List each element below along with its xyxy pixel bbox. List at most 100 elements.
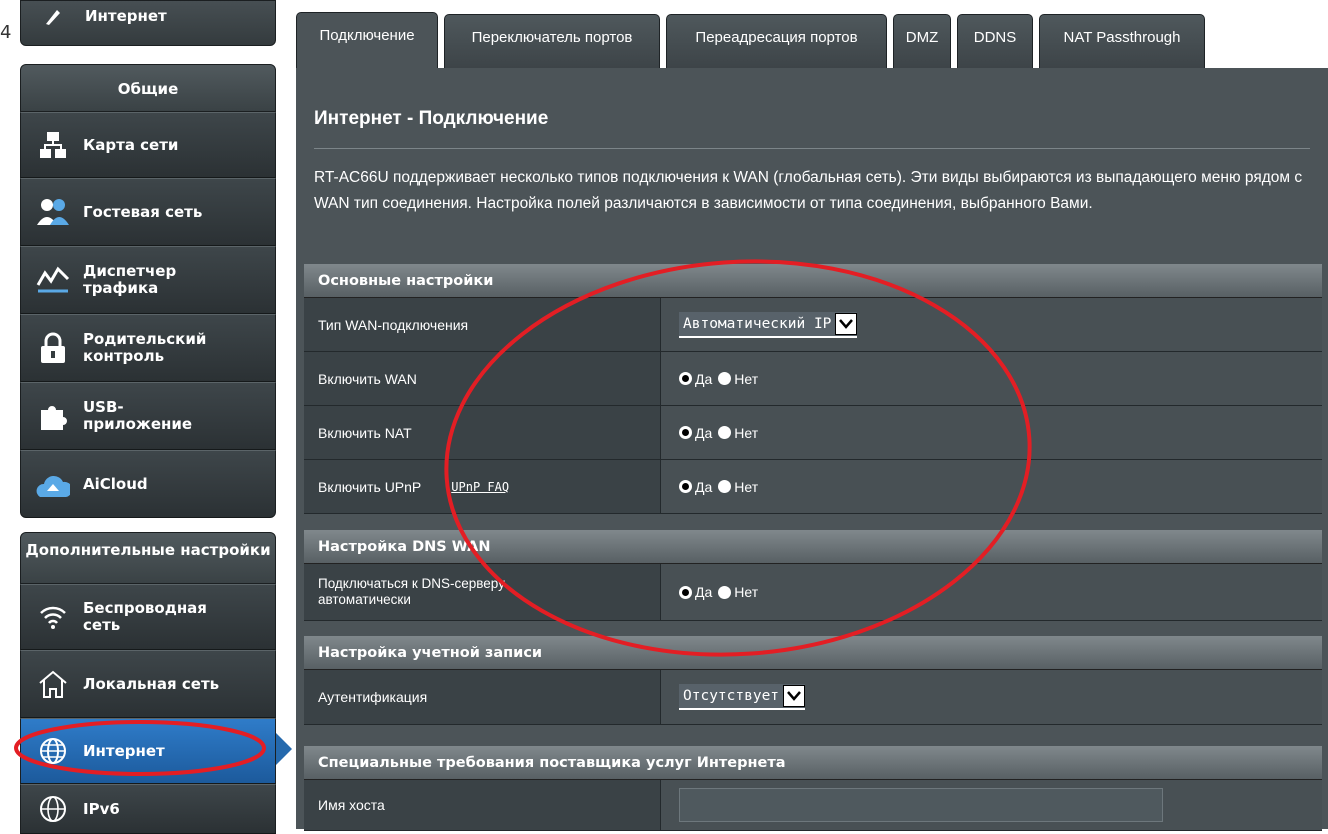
- tab-label: Подключение: [319, 27, 415, 44]
- radio-no-label: Нет: [734, 584, 759, 600]
- radio-yes-label: Да: [695, 478, 713, 495]
- dns-settings-header: Настройка DNS WAN: [304, 530, 1322, 564]
- tab-port-trigger[interactable]: Переключатель портов: [444, 14, 660, 68]
- enable-upnp-row: Включить UPnP UPnP FAQ Да Нет: [304, 460, 1322, 514]
- advanced-section-header: Дополнительные настройки: [20, 532, 276, 584]
- enable-nat-row: Включить NAT Да Нет: [304, 406, 1322, 460]
- chevron-down-icon[interactable]: [835, 312, 858, 335]
- cut-page-number: 4: [0, 22, 12, 43]
- auth-value: Отсутствует: [683, 688, 780, 704]
- wan-type-label: Тип WAN-подключения: [304, 298, 661, 351]
- sidebar: 4 Интернет Общие Карта сети Гостевая сет…: [0, 0, 292, 834]
- tab-ddns[interactable]: DDNS: [957, 14, 1033, 68]
- lock-icon: [33, 328, 73, 368]
- main-content: Подключение Переключатель портов Переадр…: [290, 0, 1328, 831]
- dns-settings-table: Настройка DNS WAN Подключаться к DNS-сер…: [304, 530, 1322, 621]
- auto-dns-no-radio[interactable]: Нет: [718, 584, 758, 600]
- wan-type-select[interactable]: Автоматический IP: [679, 311, 858, 338]
- enable-nat-no-radio[interactable]: Нет: [718, 425, 758, 441]
- sidebar-item-guest-network[interactable]: Гостевая сеть: [20, 178, 276, 246]
- pencil-icon: [43, 7, 63, 31]
- auto-dns-label: Подключаться к DNS-серверу автоматически: [304, 564, 661, 620]
- sidebar-item-label: Гостевая сеть: [83, 202, 203, 221]
- traffic-chart-icon: [33, 260, 73, 300]
- isp-requirements-table: Специальные требования поставщика услуг …: [304, 746, 1322, 831]
- basic-settings-header: Основные настройки: [304, 264, 1322, 298]
- upnp-faq-link[interactable]: UPnP FAQ: [451, 480, 509, 494]
- radio-no-label: Нет: [734, 370, 759, 387]
- puzzle-icon: [33, 396, 73, 436]
- auth-select[interactable]: Отсутствует: [679, 684, 806, 710]
- auto-dns-row: Подключаться к DNS-серверу автоматически…: [304, 564, 1322, 621]
- wan-type-row: Тип WAN-подключения Автоматический IP: [304, 298, 1322, 352]
- enable-nat-yes-radio[interactable]: Да: [679, 425, 712, 441]
- radio-yes-label: Да: [695, 370, 713, 387]
- sidebar-item-traffic-manager[interactable]: Диспетчер трафика: [20, 246, 276, 314]
- sidebar-item-label: IPv6: [83, 799, 120, 818]
- quick-internet-button[interactable]: Интернет: [20, 0, 276, 46]
- globe-icon: [33, 731, 73, 771]
- general-section-header: Общие: [20, 64, 276, 112]
- chevron-down-icon[interactable]: [783, 685, 806, 707]
- sidebar-item-label: USB-приложение: [83, 398, 193, 433]
- enable-upnp-label: Включить UPnP: [318, 478, 422, 495]
- sidebar-item-internet[interactable]: Интернет: [20, 718, 276, 784]
- hostname-label: Имя хоста: [304, 780, 661, 830]
- hostname-row: Имя хоста: [304, 780, 1322, 831]
- isp-requirements-header: Специальные требования поставщика услуг …: [304, 746, 1322, 780]
- enable-upnp-no-radio[interactable]: Нет: [718, 479, 758, 495]
- radio-selected-icon: [679, 480, 692, 493]
- tab-label: DDNS: [973, 29, 1017, 46]
- auth-row: Аутентификация Отсутствует: [304, 670, 1322, 725]
- enable-wan-row: Включить WAN Да Нет: [304, 352, 1322, 406]
- account-settings-table: Настройка учетной записи Аутентификация …: [304, 636, 1322, 725]
- network-map-icon: [33, 125, 73, 165]
- account-settings-header: Настройка учетной записи: [304, 636, 1322, 670]
- sidebar-item-ipv6[interactable]: IPv6: [20, 784, 276, 834]
- sidebar-item-wireless[interactable]: Беспроводная сеть: [20, 584, 276, 650]
- enable-upnp-yes-radio[interactable]: Да: [679, 479, 712, 495]
- auto-dns-yes-radio[interactable]: Да: [679, 584, 712, 600]
- radio-icon: [718, 480, 732, 493]
- guest-users-icon: [33, 192, 73, 232]
- tab-label: Переадресация портов: [695, 29, 858, 46]
- enable-wan-yes-radio[interactable]: Да: [679, 371, 712, 387]
- hostname-input[interactable]: [679, 788, 1163, 822]
- tab-connection[interactable]: Подключение: [296, 12, 438, 70]
- sidebar-item-usb-app[interactable]: USB-приложение: [20, 382, 276, 450]
- enable-nat-label: Включить NAT: [304, 406, 661, 459]
- sidebar-item-label: Родительский контроль: [83, 330, 207, 365]
- page-title: Интернет - Подключение: [314, 108, 549, 129]
- tab-label: NAT Passthrough: [1063, 29, 1181, 46]
- sidebar-item-label: Беспроводная сеть: [83, 599, 207, 634]
- tab-port-forwarding[interactable]: Переадресация портов: [666, 14, 887, 68]
- tab-bar: Подключение Переключатель портов Переадр…: [296, 0, 1328, 70]
- basic-settings-table: Основные настройки Тип WAN-подключения А…: [304, 264, 1322, 514]
- sidebar-item-label: Локальная сеть: [83, 674, 220, 693]
- tab-dmz[interactable]: DMZ: [893, 14, 951, 68]
- sidebar-item-lan[interactable]: Локальная сеть: [20, 650, 276, 718]
- page-description: RT-AC66U поддерживает несколько типов по…: [314, 169, 1303, 212]
- radio-yes-label: Да: [695, 584, 713, 600]
- quick-internet-label: Интернет: [85, 7, 167, 25]
- tab-label: Переключатель портов: [471, 29, 633, 46]
- radio-icon: [718, 585, 732, 599]
- content-panel: Интернет - Подключение RT-AC66U поддержи…: [296, 68, 1328, 831]
- auth-label: Аутентификация: [304, 670, 661, 724]
- sidebar-item-network-map[interactable]: Карта сети: [20, 112, 276, 178]
- sidebar-item-parental-control[interactable]: Родительский контроль: [20, 314, 276, 382]
- radio-no-label: Нет: [734, 478, 759, 495]
- sidebar-item-label: Карта сети: [83, 135, 179, 154]
- radio-selected-icon: [679, 426, 692, 439]
- home-icon: [33, 664, 73, 704]
- sidebar-item-aicloud[interactable]: AiCloud: [20, 450, 276, 518]
- ipv6-globe-icon: [33, 789, 73, 829]
- sidebar-item-label: Интернет: [83, 741, 165, 760]
- sidebar-item-label: Диспетчер трафика: [83, 262, 177, 297]
- enable-wan-no-radio[interactable]: Нет: [718, 371, 758, 387]
- wan-type-value: Автоматический IP: [683, 315, 832, 332]
- sidebar-item-label: AiCloud: [83, 474, 148, 493]
- cloud-home-icon: [33, 464, 73, 504]
- tab-nat-passthrough[interactable]: NAT Passthrough: [1039, 14, 1205, 68]
- tab-label: DMZ: [905, 29, 939, 46]
